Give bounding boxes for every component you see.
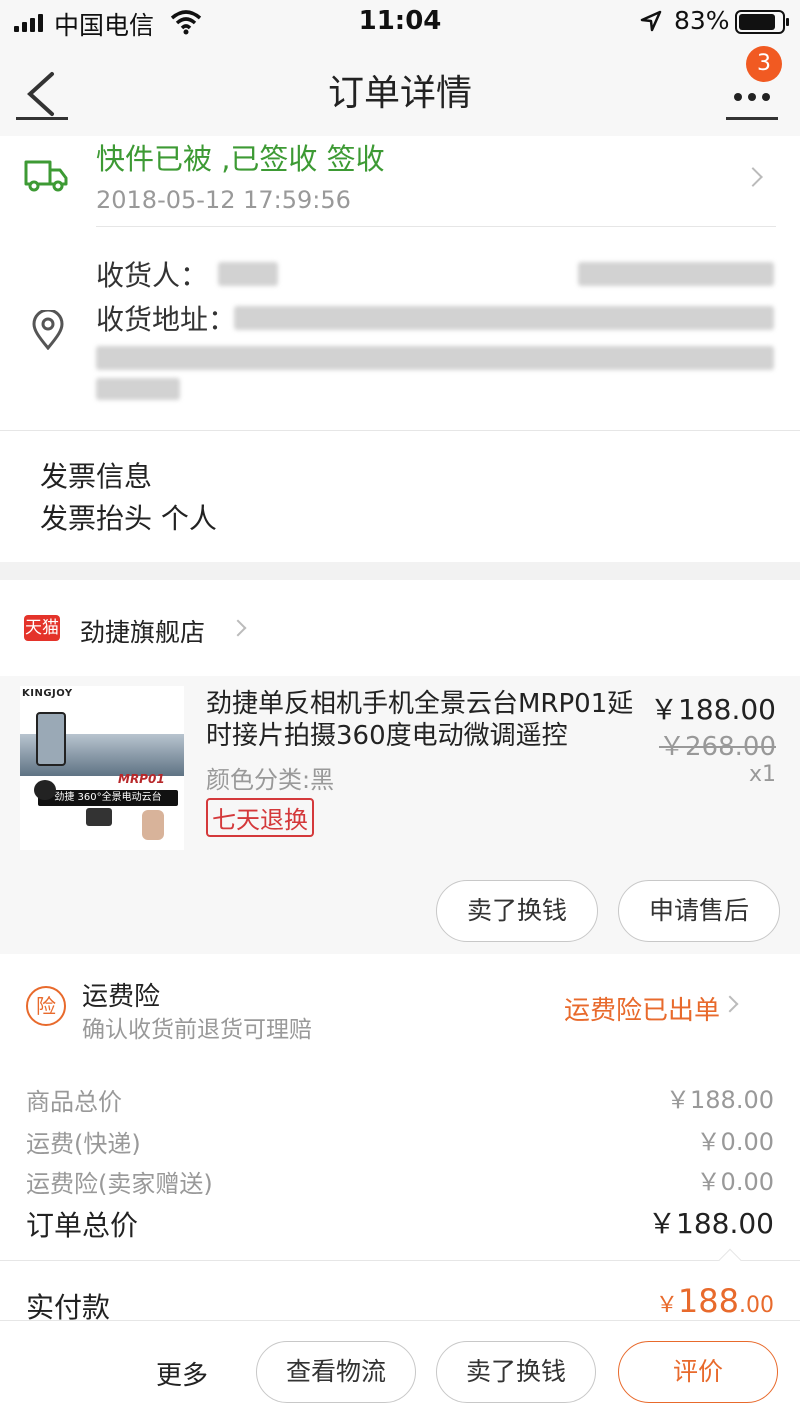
address-label: 收货地址：	[96, 303, 237, 336]
chevron-right-icon	[229, 619, 247, 637]
invoice-title: 发票信息	[40, 460, 153, 493]
page-title: 订单详情	[327, 73, 472, 114]
battery-icon	[735, 10, 789, 34]
insurance-subtitle: 确认收货前退货可理赔	[82, 1017, 312, 1043]
summary-item-value: ￥188.00	[666, 1086, 774, 1114]
more-actions-button[interactable]: 更多	[156, 1355, 208, 1392]
receiver-phone-redacted	[578, 262, 774, 286]
truck-icon	[24, 160, 68, 192]
product-variant: 颜色分类:黑	[206, 766, 335, 794]
summary-insurance-label: 运费险(卖家赠送)	[26, 1170, 213, 1198]
address-line-redacted	[96, 378, 180, 400]
logistics-card[interactable]: 快件已被 ,已签收 签收 2018-05-12 17:59:56	[0, 136, 800, 226]
paid-decimal: .00	[739, 1293, 774, 1318]
paid-currency: ￥	[655, 1293, 678, 1318]
tmall-badge: 天猫	[24, 615, 60, 641]
notification-badge: 3	[746, 46, 782, 82]
shipping-insurance-card[interactable]: 险 运费险 确认收货前退货可理赔 运费险已出单	[0, 954, 800, 1050]
store-name: 劲捷旗舰店	[80, 618, 206, 647]
battery-percent: 83%	[674, 6, 730, 35]
seven-day-return-tag: 七天退换	[206, 798, 314, 837]
product-card[interactable]: KINGJOY MRP01 劲捷 360°全景电动云台 劲捷单反相机手机全景云台…	[0, 676, 800, 954]
logistics-status: 快件已被 ,已签收 签收	[96, 142, 385, 176]
product-original-price: ￥268.00	[659, 732, 776, 762]
view-logistics-button[interactable]: 查看物流	[256, 1341, 416, 1403]
sell-button[interactable]: 卖了换钱	[436, 880, 598, 942]
product-image-caption: 劲捷 360°全景电动云台	[38, 790, 178, 806]
after-sale-button[interactable]: 申请售后	[618, 880, 780, 942]
location-arrow-icon	[640, 10, 662, 32]
receiver-label: 收货人：	[96, 259, 209, 292]
product-image-brand: KINGJOY	[22, 688, 73, 699]
nav-bar: 订单详情 3	[0, 44, 800, 136]
status-bar: 中国电信 11:04 83%	[0, 0, 800, 44]
product-title: 劲捷单反相机手机全景云台MRP01延时接片拍摄360度电动微调遥控	[206, 689, 634, 751]
chevron-right-icon	[721, 995, 739, 1013]
bottom-action-bar: 更多 查看物流 卖了换钱 评价	[0, 1320, 800, 1423]
insurance-status: 运费险已出单	[563, 996, 720, 1026]
product-price: ￥188.00	[650, 693, 776, 726]
logistics-time: 2018-05-12 17:59:56	[96, 186, 351, 214]
summary-shipping-value: ￥0.00	[696, 1128, 774, 1156]
paid-integer: 188	[677, 1282, 739, 1320]
summary-insurance-value: ￥0.00	[696, 1168, 774, 1196]
address-line-redacted	[234, 306, 774, 330]
product-image[interactable]: KINGJOY MRP01 劲捷 360°全景电动云台	[20, 686, 184, 850]
product-quantity: x1	[748, 762, 776, 787]
more-dots-icon	[734, 93, 770, 101]
paid-amount: ￥188.00	[656, 1282, 774, 1320]
store-header[interactable]: 天猫 劲捷旗舰店	[0, 580, 800, 676]
sell-bottom-button[interactable]: 卖了换钱	[436, 1341, 596, 1403]
insurance-icon: 险	[26, 986, 66, 1026]
invoice-header: 发票抬头 个人	[40, 502, 217, 535]
review-button[interactable]: 评价	[618, 1341, 778, 1403]
address-card: 收货人： 收货地址：	[0, 226, 800, 430]
caret-up-icon	[718, 1248, 742, 1272]
summary-shipping-label: 运费(快递)	[26, 1130, 141, 1158]
location-pin-icon	[32, 310, 64, 350]
chevron-right-icon	[743, 167, 763, 187]
order-total-label: 订单总价	[26, 1209, 139, 1242]
phone-illustration	[36, 712, 66, 766]
price-summary: 商品总价 ￥188.00 运费(快递) ￥0.00 运费险(卖家赠送) ￥0.0…	[0, 1050, 800, 1324]
insurance-title: 运费险	[82, 982, 161, 1012]
address-line-redacted	[96, 346, 774, 370]
invoice-card: 发票信息 发票抬头 个人	[0, 430, 800, 562]
product-image-model: MRP01	[118, 772, 165, 786]
order-total-value: ￥188.00	[648, 1207, 774, 1240]
receiver-name-redacted	[218, 262, 278, 286]
summary-item-label: 商品总价	[26, 1088, 122, 1116]
